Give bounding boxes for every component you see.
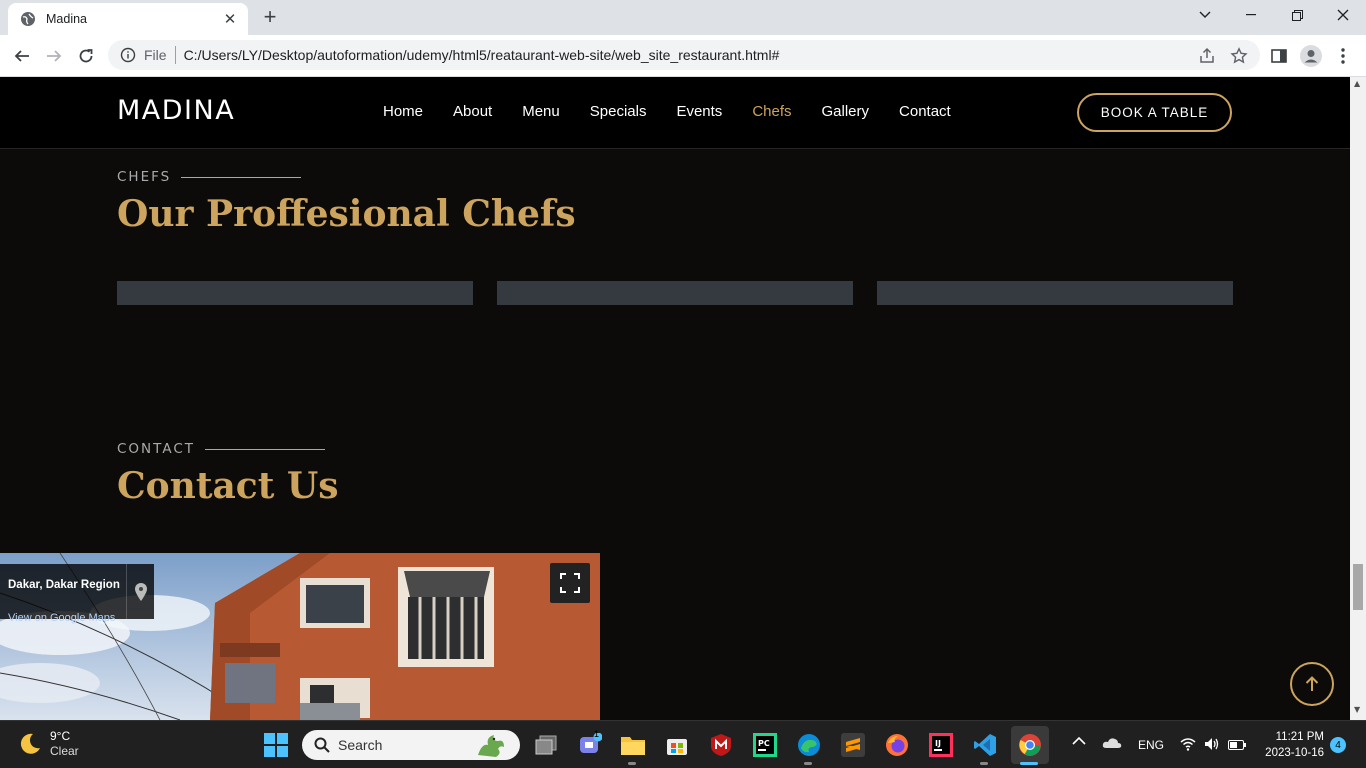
nav-chefs[interactable]: Chefs bbox=[752, 103, 791, 120]
info-icon[interactable] bbox=[120, 47, 136, 63]
share-icon[interactable] bbox=[1198, 47, 1216, 65]
profile-avatar-icon[interactable] bbox=[1300, 45, 1322, 67]
running-indicator bbox=[804, 762, 812, 765]
sublime-text-icon[interactable] bbox=[839, 731, 867, 759]
weather-condition: Clear bbox=[50, 744, 79, 758]
view-on-google-maps-link[interactable]: View on Google Maps bbox=[8, 612, 115, 624]
map-pin-icon[interactable] bbox=[126, 564, 154, 619]
svg-text:IJ: IJ bbox=[935, 739, 941, 748]
chefs-section-title: Our Proffesional Chefs bbox=[117, 193, 576, 235]
web-page: MADINA Home About Menu Specials Events C… bbox=[0, 77, 1350, 720]
url-scheme: File bbox=[144, 47, 167, 63]
arrow-up-icon bbox=[1305, 676, 1319, 691]
teams-badge: 1 bbox=[594, 729, 600, 739]
tab-close-icon[interactable]: ✕ bbox=[222, 10, 238, 28]
weather-temperature: 9°C bbox=[50, 729, 71, 743]
page-scrollbar[interactable]: ▲ ▼ bbox=[1350, 77, 1366, 720]
search-placeholder: Search bbox=[338, 737, 383, 753]
map-place-name: Dakar, Dakar Region bbox=[8, 579, 120, 591]
language-indicator[interactable]: ENG bbox=[1138, 738, 1164, 752]
contact-label-text: CONTACT bbox=[117, 441, 196, 457]
clock-time: 11:21 PM bbox=[1275, 731, 1324, 743]
start-windows-icon[interactable] bbox=[262, 731, 290, 759]
browser-tab[interactable]: Madina ✕ bbox=[8, 3, 248, 35]
nav-home[interactable]: Home bbox=[383, 103, 423, 120]
battery-icon[interactable] bbox=[1228, 739, 1246, 753]
system-clock[interactable]: 11:21 PM 2023-10-16 bbox=[1258, 729, 1324, 761]
nav-specials[interactable]: Specials bbox=[590, 103, 647, 120]
mcafee-icon[interactable] bbox=[707, 731, 735, 759]
chrome-icon[interactable] bbox=[1011, 726, 1049, 764]
scroll-up-arrow-icon[interactable]: ▲ bbox=[1354, 79, 1360, 88]
notification-count-badge[interactable]: 4 bbox=[1330, 737, 1346, 753]
contact-section-title: Contact Us bbox=[117, 465, 339, 507]
active-app-indicator bbox=[1020, 762, 1038, 765]
teams-chat-icon[interactable]: 1 bbox=[576, 729, 604, 759]
main-nav: Home About Menu Specials Events Chefs Ga… bbox=[383, 103, 981, 120]
pycharm-icon[interactable]: PC bbox=[751, 731, 779, 759]
chef-card[interactable] bbox=[877, 281, 1233, 305]
address-bar[interactable]: File C:/Users/LY/Desktop/autoformation/u… bbox=[108, 40, 1260, 70]
nav-contact[interactable]: Contact bbox=[899, 103, 951, 120]
chefs-label-text: CHEFS bbox=[117, 169, 172, 185]
back-to-top-button[interactable] bbox=[1290, 662, 1334, 706]
search-icon bbox=[314, 737, 330, 753]
nav-gallery[interactable]: Gallery bbox=[822, 103, 870, 120]
restore-button[interactable] bbox=[1274, 0, 1320, 30]
vscode-icon[interactable] bbox=[971, 731, 999, 759]
side-panel-icon[interactable] bbox=[1268, 45, 1290, 67]
microsoft-store-icon[interactable] bbox=[663, 731, 691, 759]
wifi-icon[interactable] bbox=[1180, 737, 1196, 754]
book-a-table-button[interactable]: BOOK A TABLE bbox=[1077, 93, 1232, 132]
reload-icon[interactable] bbox=[73, 43, 99, 69]
label-underline bbox=[181, 176, 302, 178]
chef-card[interactable] bbox=[117, 281, 473, 305]
new-tab-button[interactable]: + bbox=[258, 6, 282, 30]
nav-about[interactable]: About bbox=[453, 103, 492, 120]
onedrive-cloud-icon[interactable] bbox=[1102, 737, 1122, 752]
running-indicator bbox=[628, 762, 636, 765]
scrollbar-thumb[interactable] bbox=[1353, 564, 1363, 610]
windows-taskbar: 9°C Clear Search 1 PC IJ ENG 11:21 PM 20… bbox=[0, 720, 1366, 768]
taskbar-search-box[interactable]: Search bbox=[302, 730, 520, 760]
contact-section-label: CONTACT bbox=[117, 441, 326, 457]
site-header: MADINA Home About Menu Specials Events C… bbox=[0, 77, 1350, 149]
tab-title: Madina bbox=[46, 12, 87, 26]
chefs-section-label: CHEFS bbox=[117, 169, 302, 185]
url-text[interactable]: C:/Users/LY/Desktop/autoformation/udemy/… bbox=[184, 47, 780, 63]
tab-search-icon[interactable] bbox=[1182, 0, 1228, 30]
nav-events[interactable]: Events bbox=[676, 103, 722, 120]
task-view-icon[interactable] bbox=[532, 731, 560, 759]
site-logo[interactable]: MADINA bbox=[117, 95, 235, 126]
chef-card[interactable] bbox=[497, 281, 853, 305]
svg-text:PC: PC bbox=[758, 739, 770, 748]
tray-overflow-chevron-icon[interactable] bbox=[1072, 735, 1086, 749]
url-divider bbox=[174, 46, 176, 64]
fullscreen-icon[interactable] bbox=[550, 563, 590, 603]
scroll-down-arrow-icon[interactable]: ▼ bbox=[1354, 705, 1360, 714]
dragon-search-highlight-icon bbox=[478, 735, 504, 757]
edge-browser-icon[interactable] bbox=[795, 731, 823, 759]
intellij-idea-icon[interactable]: IJ bbox=[927, 731, 955, 759]
running-indicator bbox=[980, 762, 988, 765]
weather-widget[interactable]: 9°C Clear bbox=[18, 729, 79, 759]
moon-icon bbox=[20, 733, 40, 754]
bookmark-star-icon[interactable] bbox=[1230, 47, 1248, 65]
globe-icon bbox=[21, 12, 35, 26]
file-explorer-icon[interactable] bbox=[619, 731, 647, 759]
volume-icon[interactable] bbox=[1204, 737, 1220, 754]
street-view-map[interactable]: Dakar, Dakar Region View on Google Maps bbox=[0, 553, 600, 720]
clock-date: 2023-10-16 bbox=[1265, 747, 1324, 759]
minimize-button[interactable] bbox=[1228, 0, 1274, 30]
menu-kebab-icon[interactable] bbox=[1332, 45, 1354, 67]
firefox-icon[interactable] bbox=[883, 731, 911, 759]
label-underline bbox=[205, 448, 326, 450]
nav-menu[interactable]: Menu bbox=[522, 103, 560, 120]
forward-arrow-icon[interactable] bbox=[41, 43, 67, 69]
back-arrow-icon[interactable] bbox=[9, 43, 35, 69]
browser-toolbar: File C:/Users/LY/Desktop/autoformation/u… bbox=[0, 35, 1366, 77]
close-window-button[interactable] bbox=[1320, 0, 1366, 30]
tab-strip: Madina ✕ + bbox=[0, 0, 1366, 35]
